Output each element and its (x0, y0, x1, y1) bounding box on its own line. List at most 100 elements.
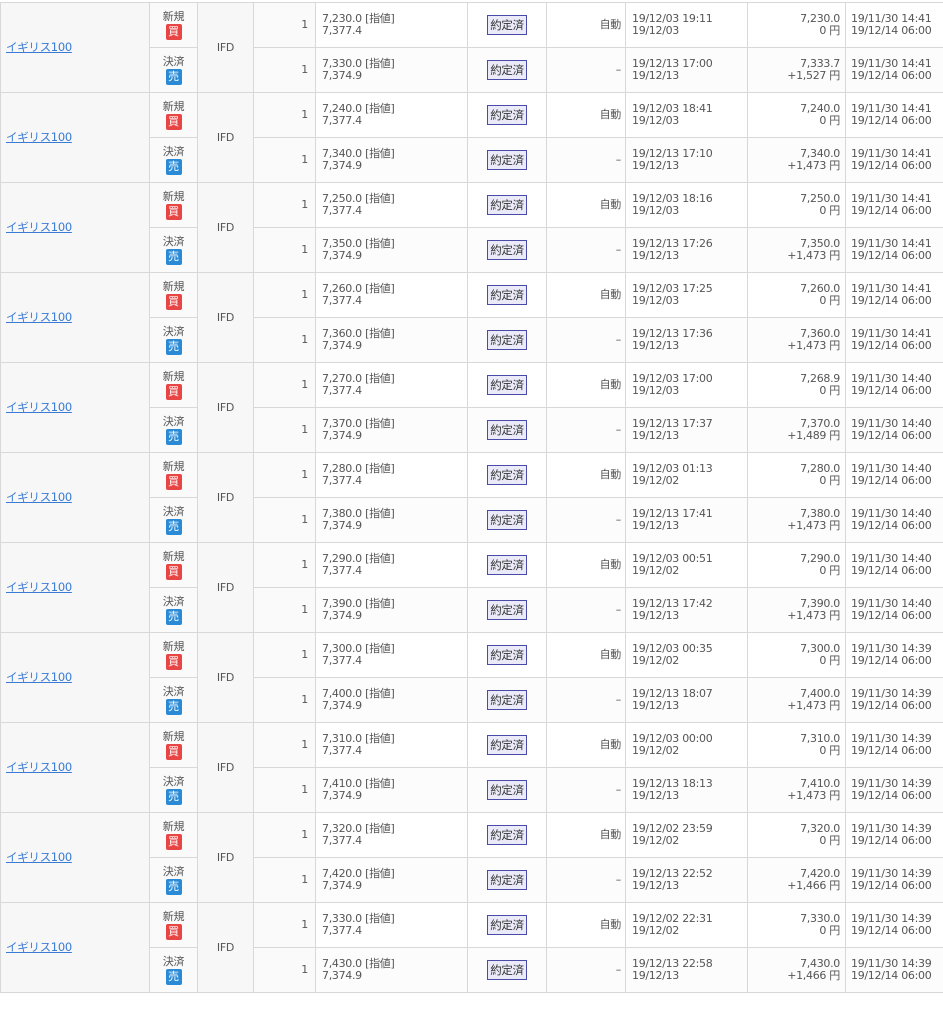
status-executed-button[interactable]: 約定済 (487, 465, 527, 485)
trade-date: 19/12/02 (632, 474, 680, 487)
execution-amount-cell: 7,310.0 0 円 (747, 722, 846, 768)
order-kind-cell: 新規買 (149, 632, 198, 678)
symbol-link[interactable]: イギリス100 (6, 310, 72, 324)
order-end-datetime: 19/12/14 06:00 (851, 429, 932, 442)
order-kind-label: 新規 (162, 819, 185, 833)
table-row: イギリス100 新規買 IFD 1 7,310.0 [指値] 7,377.4 約定済 自動 19… (0, 722, 943, 813)
symbol-link[interactable]: イギリス100 (6, 670, 72, 684)
execution-dates-cell: 19/12/03 19:11 19/12/03 (625, 2, 748, 48)
symbol-link[interactable]: イギリス100 (6, 40, 72, 54)
order-kind-cell: 新規買 (149, 362, 198, 408)
execution-dates-cell: 19/12/03 17:00 19/12/03 (625, 362, 748, 408)
reference-rate: 7,377.4 (322, 474, 362, 487)
price-cell: 7,300.0 [指値] 7,377.4 (315, 632, 468, 678)
symbol-cell: イギリス100 (0, 542, 150, 633)
status-executed-button[interactable]: 約定済 (487, 105, 527, 125)
reference-rate: 7,374.9 (322, 789, 362, 802)
price-cell: 7,420.0 [指値] 7,374.9 (315, 857, 468, 903)
execution-mode-cell: 自動 (546, 272, 626, 318)
quantity-cell: 1 (253, 272, 316, 318)
status-executed-button[interactable]: 約定済 (487, 735, 527, 755)
symbol-cell: イギリス100 (0, 812, 150, 903)
execution-mode-cell: 自動 (546, 452, 626, 498)
price-cell: 7,370.0 [指値] 7,374.9 (315, 407, 468, 453)
status-executed-button[interactable]: 約定済 (487, 420, 527, 440)
buy-badge: 買 (165, 653, 182, 670)
order-history-table: イギリス100 新規買 IFD 1 7,230.0 [指値] 7,377.4 約定済 自動 19… (0, 2, 943, 993)
trade-date: 19/12/13 (632, 969, 680, 982)
status-executed-button[interactable]: 約定済 (487, 645, 527, 665)
sell-badge: 売 (165, 878, 182, 895)
symbol-link[interactable]: イギリス100 (6, 580, 72, 594)
symbol-link[interactable]: イギリス100 (6, 220, 72, 234)
status-executed-button[interactable]: 約定済 (487, 240, 527, 260)
symbol-link[interactable]: イギリス100 (6, 130, 72, 144)
price-cell: 7,380.0 [指値] 7,374.9 (315, 497, 468, 543)
reference-rate: 7,374.9 (322, 339, 362, 352)
status-executed-button[interactable]: 約定済 (487, 600, 527, 620)
symbol-link[interactable]: イギリス100 (6, 940, 72, 954)
reference-rate: 7,374.9 (322, 249, 362, 262)
execution-amount-cell: 7,300.0 0 円 (747, 632, 846, 678)
status-executed-button[interactable]: 約定済 (487, 870, 527, 890)
validity-period-cell: 19/11/30 14:39 19/12/14 06:00 (845, 767, 943, 813)
execution-amount-cell: 7,360.0 +1,473 円 (747, 317, 846, 363)
status-executed-button[interactable]: 約定済 (487, 285, 527, 305)
order-kind-label: 決済 (162, 144, 185, 158)
status-cell: 約定済 (467, 902, 547, 948)
status-executed-button[interactable]: 約定済 (487, 15, 527, 35)
status-cell: 約定済 (467, 407, 547, 453)
profit-loss: 0 円 (819, 24, 840, 37)
order-end-datetime: 19/12/14 06:00 (851, 294, 932, 307)
symbol-cell: イギリス100 (0, 362, 150, 453)
order-type-cell: IFD (197, 722, 254, 813)
execution-dates-cell: 19/12/13 22:58 19/12/13 (625, 947, 748, 993)
status-executed-button[interactable]: 約定済 (487, 825, 527, 845)
price-cell: 7,260.0 [指値] 7,377.4 (315, 272, 468, 318)
status-executed-button[interactable]: 約定済 (487, 375, 527, 395)
execution-mode-cell: 自動 (546, 362, 626, 408)
execution-dates-cell: 19/12/13 17:37 19/12/13 (625, 407, 748, 453)
status-executed-button[interactable]: 約定済 (487, 780, 527, 800)
status-executed-button[interactable]: 約定済 (487, 150, 527, 170)
price-cell: 7,290.0 [指値] 7,377.4 (315, 542, 468, 588)
symbol-link[interactable]: イギリス100 (6, 400, 72, 414)
order-type-cell: IFD (197, 92, 254, 183)
symbol-link[interactable]: イギリス100 (6, 850, 72, 864)
execution-dates-cell: 19/12/03 18:16 19/12/03 (625, 182, 748, 228)
validity-period-cell: 19/11/30 14:39 19/12/14 06:00 (845, 812, 943, 858)
status-executed-button[interactable]: 約定済 (487, 960, 527, 980)
status-executed-button[interactable]: 約定済 (487, 555, 527, 575)
reference-rate: 7,377.4 (322, 654, 362, 667)
status-cell: 約定済 (467, 227, 547, 273)
table-row: イギリス100 新規買 IFD 1 7,300.0 [指値] 7,377.4 約定済 自動 19… (0, 632, 943, 723)
order-end-datetime: 19/12/14 06:00 (851, 24, 932, 37)
validity-period-cell: 19/11/30 14:41 19/12/14 06:00 (845, 182, 943, 228)
trade-date: 19/12/13 (632, 69, 680, 82)
reference-rate: 7,374.9 (322, 879, 362, 892)
symbol-link[interactable]: イギリス100 (6, 760, 72, 774)
status-executed-button[interactable]: 約定済 (487, 915, 527, 935)
execution-amount-cell: 7,320.0 0 円 (747, 812, 846, 858)
status-cell: 約定済 (467, 362, 547, 408)
status-executed-button[interactable]: 約定済 (487, 690, 527, 710)
execution-dates-cell: 19/12/13 18:13 19/12/13 (625, 767, 748, 813)
validity-period-cell: 19/11/30 14:39 19/12/14 06:00 (845, 722, 943, 768)
execution-dates-cell: 19/12/03 00:00 19/12/02 (625, 722, 748, 768)
price-cell: 7,240.0 [指値] 7,377.4 (315, 92, 468, 138)
order-kind-cell: 決済売 (149, 587, 198, 633)
execution-amount-cell: 7,250.0 0 円 (747, 182, 846, 228)
price-cell: 7,400.0 [指値] 7,374.9 (315, 677, 468, 723)
validity-period-cell: 19/11/30 14:40 19/12/14 06:00 (845, 542, 943, 588)
status-executed-button[interactable]: 約定済 (487, 330, 527, 350)
profit-loss: 0 円 (819, 294, 840, 307)
order-kind-cell: 決済売 (149, 767, 198, 813)
status-executed-button[interactable]: 約定済 (487, 60, 527, 80)
validity-period-cell: 19/11/30 14:41 19/12/14 06:00 (845, 317, 943, 363)
status-executed-button[interactable]: 約定済 (487, 195, 527, 215)
order-kind-cell: 決済売 (149, 317, 198, 363)
symbol-link[interactable]: イギリス100 (6, 490, 72, 504)
price-cell: 7,280.0 [指値] 7,377.4 (315, 452, 468, 498)
status-executed-button[interactable]: 約定済 (487, 510, 527, 530)
profit-loss: 0 円 (819, 564, 840, 577)
